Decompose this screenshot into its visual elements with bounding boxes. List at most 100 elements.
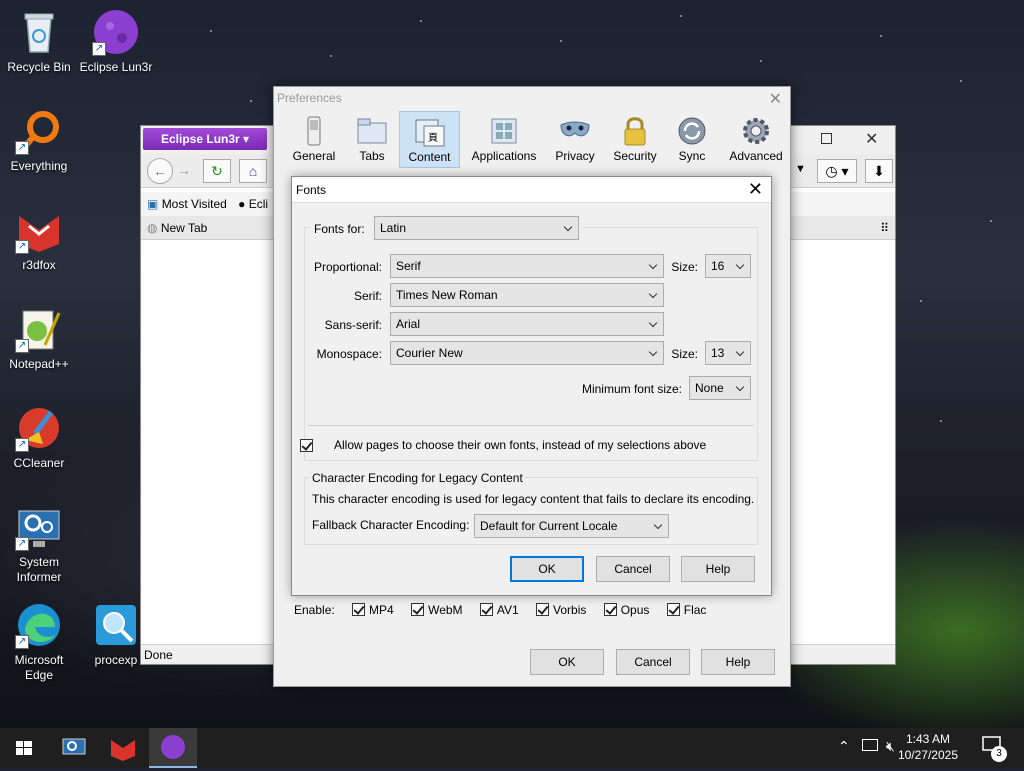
tab-advanced[interactable]: Advanced bbox=[724, 111, 788, 168]
recycle-bin-icon bbox=[15, 8, 63, 56]
notification-count-badge: 3 bbox=[991, 746, 1007, 762]
app-menu-button[interactable]: Eclipse Lun3r ▾ bbox=[143, 128, 267, 150]
notification-center-button[interactable]: 3 bbox=[982, 736, 1008, 762]
fonts-dialog-title: Fonts bbox=[296, 183, 327, 197]
flac-label: Flac bbox=[683, 603, 707, 617]
allow-pages-fonts-label: Allow pages to choose their own fonts, i… bbox=[334, 438, 707, 452]
desktop-icon-everything[interactable]: ↗ Everything bbox=[1, 107, 77, 174]
clock[interactable]: 1:43 AM 10/27/2025 bbox=[898, 731, 958, 763]
tab-label: Content bbox=[408, 150, 451, 164]
minimum-font-size-select[interactable]: None bbox=[689, 376, 751, 400]
cancel-button[interactable]: Cancel bbox=[616, 649, 690, 675]
network-icon[interactable] bbox=[862, 739, 878, 751]
home-button[interactable]: ⌂ bbox=[239, 159, 267, 183]
taskbar-r3dfox[interactable] bbox=[99, 728, 147, 768]
fallback-encoding-label: Fallback Character Encoding: bbox=[312, 518, 470, 532]
taskbar-system-informer[interactable] bbox=[50, 728, 98, 768]
help-button[interactable]: Help bbox=[681, 556, 755, 582]
shortcut-arrow-icon: ↗ bbox=[15, 635, 29, 649]
desktop-icon-label: CCleaner bbox=[13, 456, 65, 470]
ok-button[interactable]: OK bbox=[530, 649, 604, 675]
mp4-checkbox[interactable] bbox=[352, 603, 366, 616]
av1-checkbox[interactable] bbox=[479, 603, 493, 616]
tab-content[interactable]: 頁 Content bbox=[399, 111, 460, 168]
help-button[interactable]: Help bbox=[701, 649, 775, 675]
tab-new-tab[interactable]: New Tab bbox=[161, 221, 207, 235]
eclipse-lun3r-icon: ↗ bbox=[92, 8, 140, 56]
taskbar-eclipse-lun3r[interactable] bbox=[149, 728, 197, 768]
download-button[interactable]: ⬇ bbox=[865, 159, 893, 183]
media-formats-row: Enable: MP4 WebM AV1 Vorbis Opus Flac bbox=[294, 603, 706, 617]
desktop-icon-r3dfox[interactable]: ↗ r3dfox bbox=[1, 206, 77, 273]
volume-muted-icon[interactable]: 🔇︎ bbox=[886, 738, 895, 755]
fonts-for-select[interactable]: Latin bbox=[374, 216, 579, 240]
fallback-encoding-select[interactable]: Default for Current Locale bbox=[474, 514, 669, 538]
fonts-dialog-header: Fonts ✕ bbox=[292, 177, 771, 203]
bookmark-most-visited[interactable]: Most Visited bbox=[162, 197, 227, 211]
tab-general[interactable]: General bbox=[288, 111, 340, 168]
advanced-gear-icon bbox=[740, 115, 772, 147]
eclipse-lun3r-icon bbox=[161, 735, 185, 759]
close-icon[interactable]: ✕ bbox=[748, 179, 763, 200]
maximize-icon[interactable] bbox=[821, 133, 832, 144]
vorbis-checkbox[interactable] bbox=[536, 603, 550, 616]
reload-button[interactable]: ↻ bbox=[203, 159, 231, 183]
everything-search-icon: ↗ bbox=[15, 107, 63, 155]
monospace-select[interactable]: Courier New bbox=[390, 341, 664, 365]
start-button[interactable] bbox=[0, 728, 48, 768]
tab-label: Tabs bbox=[359, 149, 385, 163]
tab-applications[interactable]: Applications bbox=[466, 111, 542, 168]
edge-icon: ↗ bbox=[15, 601, 63, 649]
allow-pages-fonts-checkbox[interactable] bbox=[300, 439, 313, 452]
serif-select[interactable]: Times New Roman bbox=[390, 283, 664, 307]
history-button[interactable]: ◷ ▾ bbox=[817, 159, 857, 183]
notepad-plus-plus-icon: ↗ bbox=[15, 305, 63, 353]
dropdown-arrow-icon[interactable]: ▼ bbox=[795, 163, 806, 175]
tab-privacy[interactable]: Privacy bbox=[548, 111, 602, 168]
back-button[interactable]: ← bbox=[147, 158, 173, 184]
tab-label: General bbox=[292, 149, 336, 163]
desktop-icon-recycle-bin[interactable]: Recycle Bin bbox=[1, 8, 77, 75]
tab-tabs[interactable]: Tabs bbox=[346, 111, 398, 168]
sans-serif-select[interactable]: Arial bbox=[390, 312, 664, 336]
flac-checkbox[interactable] bbox=[666, 603, 680, 616]
shortcut-arrow-icon: ↗ bbox=[15, 339, 29, 353]
tab-label: Applications bbox=[471, 149, 537, 163]
desktop-icon-eclipse-lun3r[interactable]: ↗ Eclipse Lun3r bbox=[78, 8, 154, 75]
desktop-icon-label: Notepad++ bbox=[9, 357, 69, 371]
tab-label: Sync bbox=[678, 149, 706, 163]
desktop-icon-notepad-plus-plus[interactable]: ↗ Notepad++ bbox=[1, 305, 77, 372]
cancel-button[interactable]: Cancel bbox=[596, 556, 670, 582]
close-icon[interactable]: ✕ bbox=[865, 129, 878, 149]
webm-checkbox[interactable] bbox=[411, 603, 425, 616]
desktop-icon-microsoft-edge[interactable]: ↗ Microsoft Edge bbox=[1, 601, 77, 683]
size-label: Size: bbox=[671, 347, 698, 361]
desktop-icon-system-informer[interactable]: ↗ System Informer bbox=[1, 503, 77, 585]
tab-security[interactable]: Security bbox=[608, 111, 662, 168]
content-icon: 頁 bbox=[414, 116, 446, 148]
proportional-select[interactable]: Serif bbox=[390, 254, 664, 278]
tab-sync[interactable]: Sync bbox=[668, 111, 716, 168]
svg-text:頁: 頁 bbox=[428, 132, 438, 144]
system-informer-icon: ↗ bbox=[15, 503, 63, 551]
ok-button[interactable]: OK bbox=[510, 556, 584, 582]
desktop-icon-label: Everything bbox=[10, 159, 68, 173]
sync-icon bbox=[676, 115, 708, 147]
encoding-group-title: Character Encoding for Legacy Content bbox=[310, 471, 525, 485]
proportional-label: Proportional: bbox=[313, 260, 382, 274]
show-hidden-icons-chevron-icon[interactable]: ⌃ bbox=[838, 738, 850, 755]
tab-list-icon[interactable]: ⠿ bbox=[880, 216, 889, 240]
proportional-size-select[interactable]: 16 bbox=[705, 254, 751, 278]
monospace-size-select[interactable]: 13 bbox=[705, 341, 751, 365]
close-icon[interactable]: ✕ bbox=[769, 89, 782, 109]
divider bbox=[308, 425, 754, 426]
bookmark-eclipse[interactable]: Ecli bbox=[249, 197, 268, 211]
status-text: Done bbox=[144, 648, 173, 662]
opus-checkbox[interactable] bbox=[603, 603, 617, 616]
chevron-down-icon: ▾ bbox=[243, 132, 250, 146]
av1-label: AV1 bbox=[496, 603, 519, 617]
general-switch-icon bbox=[298, 115, 330, 147]
desktop-icon-ccleaner[interactable]: ↗ CCleaner bbox=[1, 404, 77, 471]
preferences-title: Preferences bbox=[277, 91, 342, 105]
forward-button[interactable]: → bbox=[177, 162, 191, 178]
